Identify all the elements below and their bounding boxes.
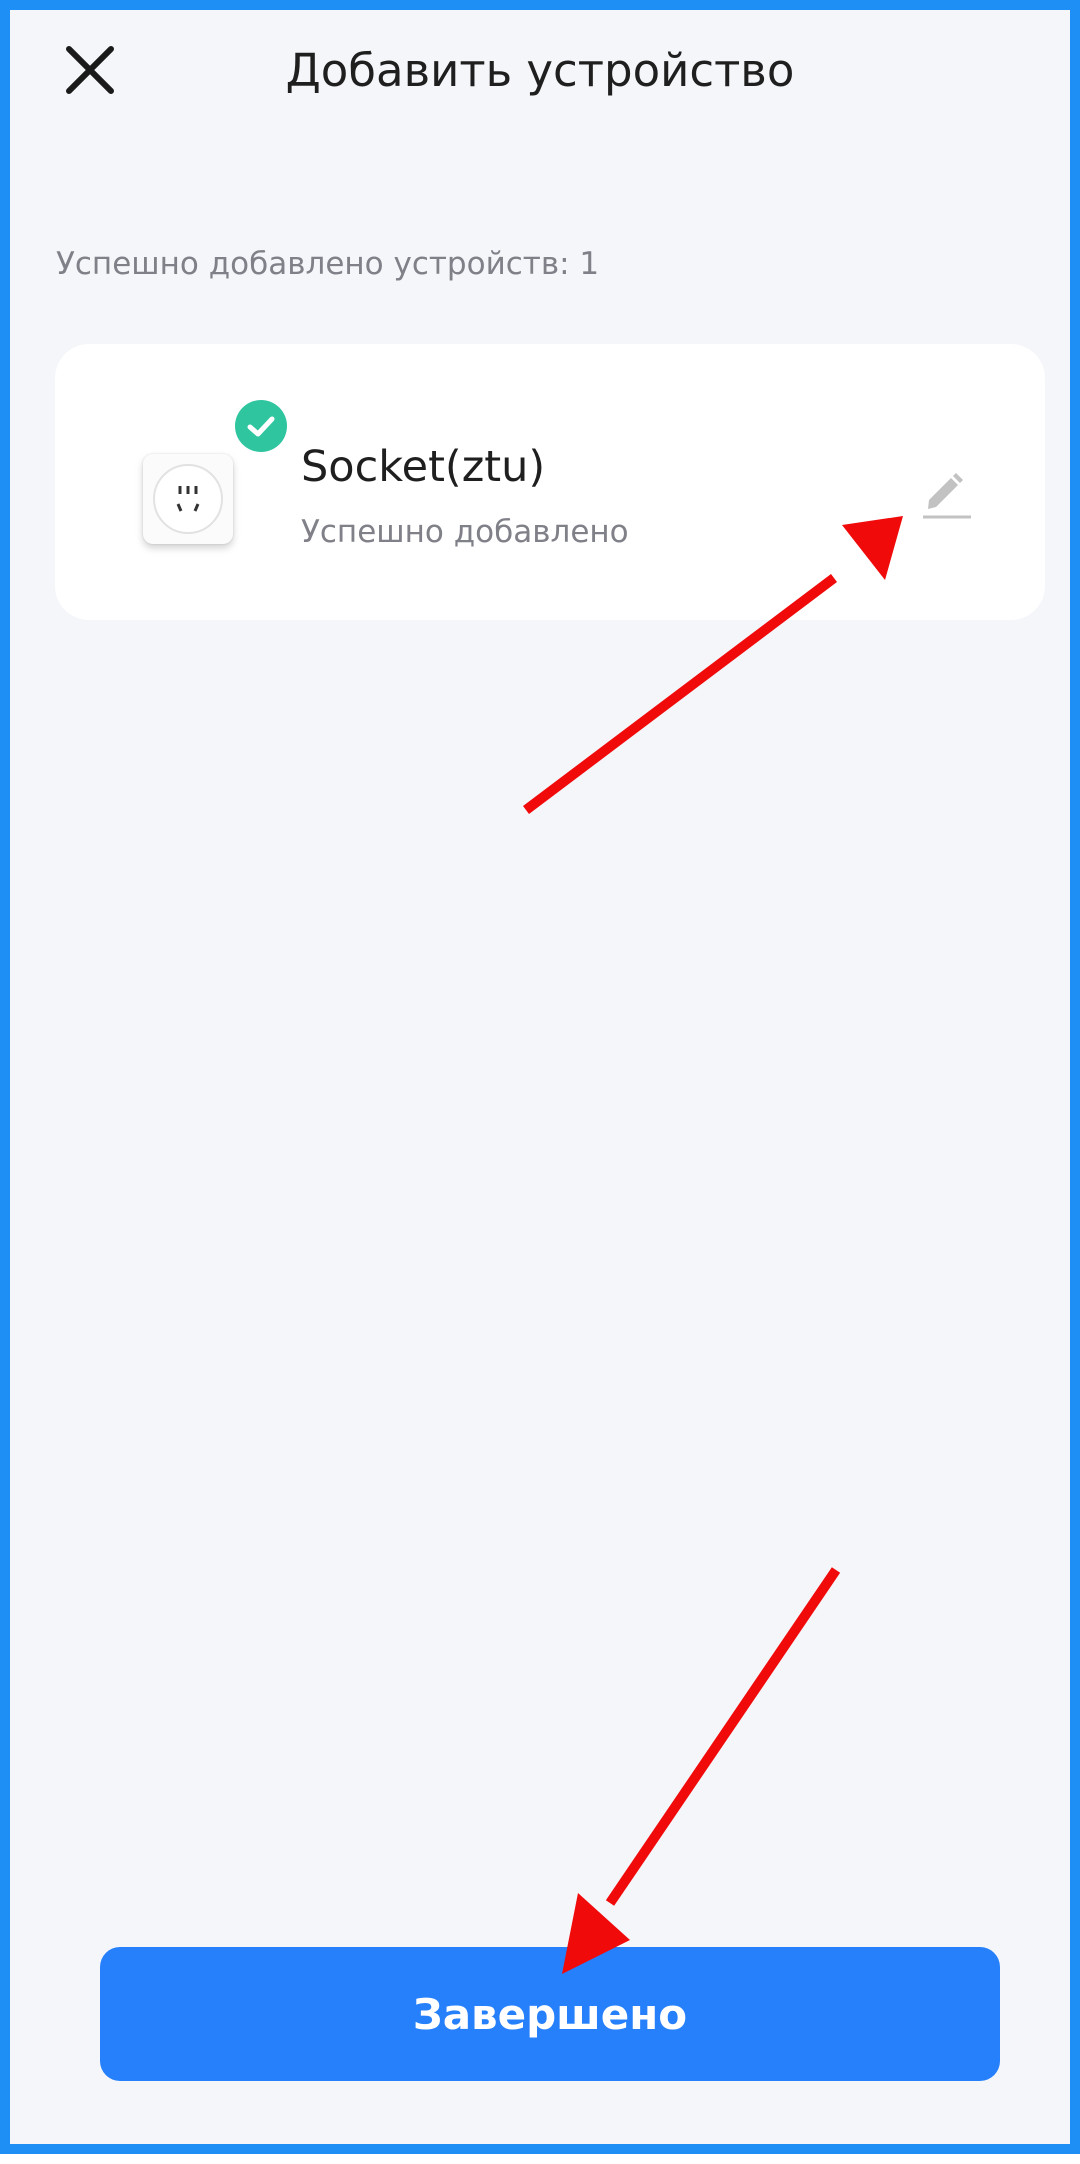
done-button[interactable]: Завершено — [100, 1947, 1000, 2081]
annotation-arrow-done — [562, 1567, 841, 1974]
check-icon — [247, 416, 275, 437]
added-count-text: Успешно добавлено устройств: 1 — [56, 246, 600, 282]
socket-icon — [153, 464, 223, 534]
success-badge — [235, 400, 287, 452]
annotation-arrows — [522, 516, 903, 1974]
device-image — [143, 454, 233, 544]
device-card[interactable]: Socket(ztu) Успешно добавлено — [55, 344, 1045, 620]
screen: Добавить устройство Успешно добавлено ус… — [0, 0, 1080, 2154]
device-name: Socket(ztu) — [301, 442, 546, 492]
pencil-icon — [923, 473, 971, 519]
edit-device-name-button[interactable] — [917, 464, 977, 524]
page-title: Добавить устройство — [285, 44, 795, 97]
device-status: Успешно добавлено — [301, 514, 629, 550]
